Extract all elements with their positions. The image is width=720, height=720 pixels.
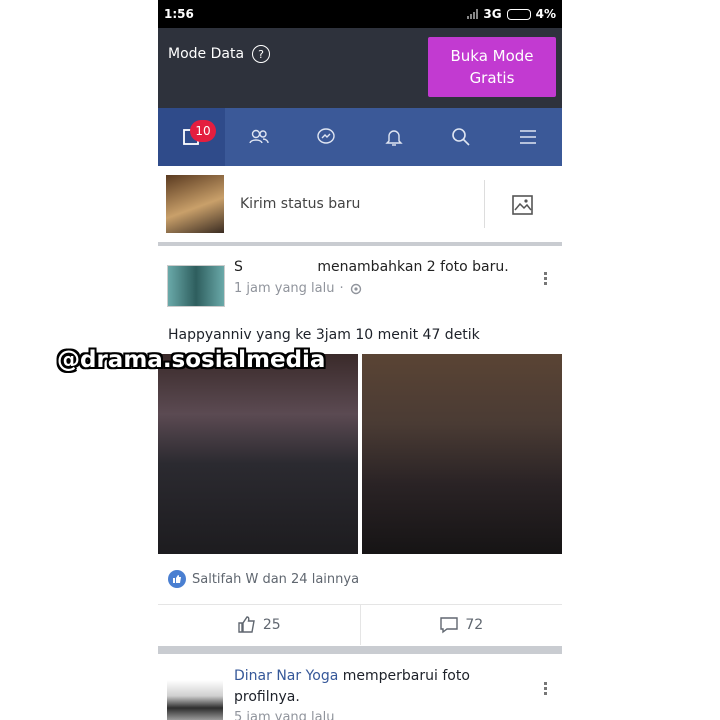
signal-icon: [467, 9, 479, 19]
battery-level: 4%: [535, 7, 556, 21]
like-button[interactable]: 25: [158, 605, 360, 645]
tab-notifications[interactable]: [360, 108, 427, 166]
like-count: 25: [262, 617, 281, 633]
post-header: S menambahkan 2 foto baru.: [234, 259, 509, 275]
messenger-icon: [317, 128, 336, 144]
tab-search[interactable]: [427, 108, 494, 166]
like-icon: [238, 616, 255, 633]
status-input[interactable]: Kirim status baru: [240, 196, 360, 212]
tab-messenger[interactable]: [293, 108, 360, 166]
tab-feed[interactable]: 10: [158, 108, 226, 166]
post-photo-1[interactable]: [158, 354, 358, 554]
privacy-gear-icon: [350, 283, 361, 294]
help-icon[interactable]: ?: [252, 45, 271, 63]
feed-divider-2: [158, 646, 562, 654]
post-time[interactable]: 1 jam yang lalu: [234, 281, 335, 296]
composer-divider: [484, 180, 485, 228]
post2-options-icon[interactable]: [544, 682, 548, 695]
data-mode-label-group: Mode Data ?: [168, 45, 271, 63]
reaction-text: Saltifah W dan 24 lainnya: [192, 571, 360, 587]
menu-icon: [520, 130, 537, 144]
post-photo-2[interactable]: [362, 354, 562, 554]
post-actions: 25 72: [158, 604, 562, 645]
post-meta: 1 jam yang lalu ·: [234, 281, 363, 296]
post-author-avatar[interactable]: [167, 265, 225, 307]
composer-avatar[interactable]: [166, 175, 224, 233]
data-mode-bar: Mode Data ? Buka Mode Gratis: [158, 28, 562, 108]
post2-header: Dinar Nar Yoga memperbarui foto profilny…: [234, 666, 534, 708]
search-icon: [452, 128, 470, 146]
post-options-icon[interactable]: [544, 272, 548, 285]
top-nav: 10: [158, 108, 562, 166]
post2-author-name[interactable]: Dinar Nar Yoga: [234, 668, 338, 684]
friends-icon: [249, 129, 269, 144]
photo-upload-icon[interactable]: [510, 192, 536, 218]
network-type: 3G: [483, 7, 502, 21]
comment-button[interactable]: 72: [361, 605, 563, 645]
status-bar: 1:56 3G 4%: [158, 0, 562, 28]
tab-friends[interactable]: [225, 108, 292, 166]
redacted-name: [242, 259, 313, 275]
like-reaction-icon: [168, 570, 186, 588]
battery-icon: [506, 8, 531, 20]
reaction-summary[interactable]: Saltifah W dan 24 lainnya: [168, 570, 359, 588]
notification-badge: 10: [190, 120, 216, 142]
feed-divider: [158, 242, 562, 246]
post-text: Happyanniv yang ke 3jam 10 menit 47 deti…: [168, 327, 480, 343]
comment-icon: [440, 617, 459, 634]
notifications-icon: [384, 130, 403, 146]
post2-author-avatar[interactable]: [167, 680, 223, 720]
status-right: 3G 4%: [467, 7, 556, 21]
meta-dot: ·: [339, 281, 344, 296]
post-action: menambahkan 2 foto baru.: [317, 259, 509, 275]
feed-post-2: Dinar Nar Yoga memperbarui foto profilny…: [158, 654, 562, 720]
status-composer: Kirim status baru: [158, 166, 562, 244]
post-photos: [158, 354, 562, 554]
data-mode-label: Mode Data: [168, 46, 245, 62]
post2-time[interactable]: 5 jam yang lalu: [234, 710, 335, 720]
comment-count: 72: [465, 617, 484, 633]
status-time: 1:56: [164, 7, 194, 21]
tab-menu[interactable]: [495, 108, 562, 166]
post-author-name[interactable]: S: [234, 259, 243, 275]
free-mode-button[interactable]: Buka Mode Gratis: [428, 37, 556, 97]
watermark: @drama.sosialmedia: [57, 347, 326, 373]
